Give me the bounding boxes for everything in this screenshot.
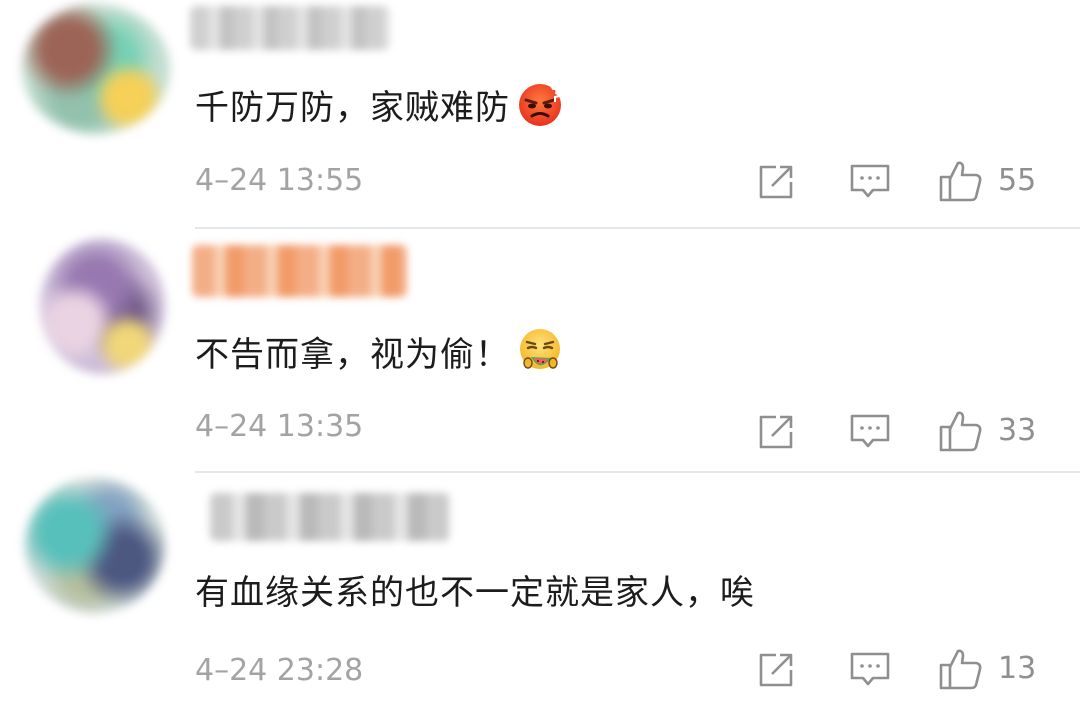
share-icon — [759, 415, 793, 449]
share-button[interactable] — [754, 648, 798, 692]
avatar[interactable] — [25, 478, 165, 613]
thumbs-up-icon — [939, 411, 982, 452]
reply-button[interactable] — [848, 160, 892, 204]
share-icon — [759, 653, 793, 687]
comment-timestamp: 4–24 13:35 — [195, 409, 364, 444]
comment-item: 不告而拿，视为偷！ 4–24 13:35 33 — [0, 229, 1080, 473]
comment-item: 千防万防，家贼难防 4–24 13:55 55 — [0, 0, 1080, 229]
share-icon — [759, 165, 793, 199]
comment-text-row: 千防万防，家贼难防 — [195, 80, 564, 139]
reply-icon — [850, 164, 890, 198]
like-count: 33 — [998, 413, 1037, 448]
comment-text: 不告而拿，视为偷！ — [195, 335, 510, 375]
comment-item: 有血缘关系的也不一定就是家人，唉 4–24 23:28 13 — [0, 473, 1080, 707]
username-redacted[interactable] — [210, 493, 450, 541]
reply-icon — [850, 652, 890, 686]
username-redacted[interactable] — [190, 6, 390, 50]
reply-button[interactable] — [848, 410, 892, 454]
comment-text-row: 不告而拿，视为偷！ — [195, 327, 564, 386]
like-count: 13 — [998, 651, 1037, 686]
comment-text: 千防万防，家贼难防 — [195, 88, 510, 128]
angry-face-emoji — [516, 80, 564, 139]
share-button[interactable] — [754, 410, 798, 454]
share-button[interactable] — [754, 160, 798, 204]
reply-button[interactable] — [848, 648, 892, 692]
like-button[interactable]: 13 — [938, 645, 1036, 693]
avatar[interactable] — [22, 4, 170, 134]
like-button[interactable]: 55 — [938, 157, 1036, 205]
comment-timestamp: 4–24 13:55 — [195, 163, 364, 198]
avatar[interactable] — [40, 239, 165, 374]
thumbs-up-icon — [939, 161, 982, 202]
like-count: 55 — [998, 163, 1037, 198]
eating-watermelon-emoji — [516, 327, 564, 386]
comment-timestamp: 4–24 23:28 — [195, 653, 364, 688]
comment-text: 有血缘关系的也不一定就是家人，唉 — [195, 573, 755, 613]
username-redacted[interactable] — [192, 245, 407, 297]
like-button[interactable]: 33 — [938, 407, 1036, 455]
reply-icon — [850, 414, 890, 448]
thumbs-up-icon — [939, 649, 982, 690]
